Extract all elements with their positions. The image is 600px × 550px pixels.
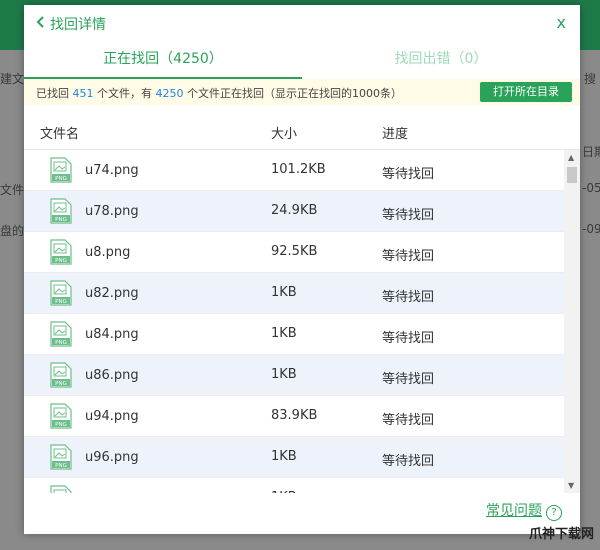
faq-label[interactable]: 常见问题 bbox=[486, 503, 542, 519]
png-file-icon: PNG bbox=[50, 444, 72, 470]
recovery-details-dialog: 找回详情 x 正在找回（4250） 找回出错（0） 已找回 451 个文件，有 … bbox=[24, 5, 580, 534]
column-header-progress: 进度 bbox=[382, 127, 409, 142]
file-name: u82.png bbox=[85, 286, 139, 301]
recovery-status: 等待找回 bbox=[382, 208, 435, 223]
table-row[interactable]: PNG u8.png 92.5KB 等待找回 bbox=[24, 232, 564, 273]
column-header-size[interactable]: 大小 bbox=[271, 123, 297, 142]
file-size: 83.9KB bbox=[271, 408, 318, 423]
file-name: u74.png bbox=[85, 163, 139, 178]
background-left-text: 文件 bbox=[0, 183, 25, 197]
png-file-icon: PNG bbox=[50, 280, 72, 306]
png-file-icon: PNG bbox=[50, 198, 72, 224]
faq-link[interactable]: 常见问题? bbox=[486, 500, 562, 521]
file-type-label: PNG bbox=[55, 381, 67, 387]
file-name: u8.png bbox=[85, 245, 131, 260]
scroll-down-arrow-icon[interactable]: ▼ bbox=[568, 481, 574, 490]
file-size: 1KB bbox=[271, 285, 297, 300]
open-directory-button[interactable]: 打开所在目录 bbox=[480, 82, 572, 102]
file-type-label: PNG bbox=[55, 176, 67, 182]
recovery-status: 等待找回 bbox=[382, 290, 435, 305]
background-right-text: 搜 bbox=[584, 72, 597, 86]
table-row[interactable]: PNG u74.png 101.2KB 等待找回 bbox=[24, 150, 564, 191]
table-row[interactable]: PNG u84.png 1KB 等待找回 bbox=[24, 314, 564, 355]
png-file-icon: PNG bbox=[50, 403, 72, 429]
recovery-status: 等待找回 bbox=[382, 413, 435, 428]
dialog-titlebar: 找回详情 x bbox=[24, 5, 580, 41]
tab-recovering[interactable]: 正在找回（4250） bbox=[24, 41, 302, 80]
close-button[interactable]: x bbox=[557, 13, 566, 32]
file-name: u96.png bbox=[85, 450, 139, 465]
file-name: u78.png bbox=[85, 204, 139, 219]
file-size: 1KB bbox=[271, 326, 297, 341]
table-row[interactable]: PNG u82.png 1KB 等待找回 bbox=[24, 273, 564, 314]
table-header: 文件名 大小 进度 bbox=[24, 113, 580, 150]
tab-errors[interactable]: 找回出错（0） bbox=[302, 41, 580, 77]
recovery-status: 等待找回 bbox=[382, 249, 435, 264]
file-type-label: PNG bbox=[55, 299, 67, 305]
file-type-label: PNG bbox=[55, 422, 67, 428]
scroll-up-arrow-icon[interactable]: ▲ bbox=[568, 153, 574, 162]
recovery-status: 等待找回 bbox=[382, 167, 435, 182]
file-type-label: PNG bbox=[55, 340, 67, 346]
png-file-icon: PNG bbox=[50, 321, 72, 347]
help-circle-icon[interactable]: ? bbox=[546, 505, 562, 521]
table-row[interactable]: PNG u78.png 24.9KB 等待找回 bbox=[24, 191, 564, 232]
file-size: 1KB bbox=[271, 490, 297, 493]
recovery-status: 等待找回 bbox=[382, 454, 435, 469]
file-size: 1KB bbox=[271, 367, 297, 382]
file-name: u94.png bbox=[85, 409, 139, 424]
file-type-label: PNG bbox=[55, 258, 67, 264]
recovery-status: 等待找回 bbox=[382, 331, 435, 346]
tab-bar: 正在找回（4250） 找回出错（0） bbox=[24, 41, 580, 80]
dialog-title: 找回详情 bbox=[50, 17, 106, 33]
file-name: u84.png bbox=[85, 327, 139, 342]
png-file-icon: PNG bbox=[50, 157, 72, 183]
file-type-label: PNG bbox=[55, 463, 67, 469]
file-type-label: PNG bbox=[55, 217, 67, 223]
background-right-text: 日期 bbox=[582, 145, 600, 159]
file-size: 92.5KB bbox=[271, 244, 318, 259]
background-left-text: 盘的 bbox=[0, 224, 25, 238]
background-right-text: -09- bbox=[582, 222, 600, 236]
file-size: 24.9KB bbox=[271, 203, 318, 218]
back-arrow-icon[interactable] bbox=[34, 15, 48, 29]
summary-prefix: 已找回 bbox=[36, 87, 69, 100]
background-left-text: 建文 bbox=[0, 72, 25, 86]
scroll-thumb[interactable] bbox=[567, 167, 577, 183]
table-row[interactable]: PNG 1KB bbox=[24, 478, 564, 493]
recovery-status: 等待找回 bbox=[382, 372, 435, 387]
column-header-name[interactable]: 文件名 bbox=[40, 123, 79, 142]
info-bar: 已找回 451 个文件，有 4250 个文件正在找回（显示正在找回的1000条）… bbox=[24, 79, 580, 105]
file-size: 101.2KB bbox=[271, 162, 326, 177]
found-count: 451 bbox=[72, 87, 94, 100]
png-file-icon: PNG bbox=[50, 362, 72, 388]
table-row[interactable]: PNG u86.png 1KB 等待找回 bbox=[24, 355, 564, 396]
table-row[interactable]: PNG u96.png 1KB 等待找回 bbox=[24, 437, 564, 478]
summary-suffix: 个文件正在找回（显示正在找回的1000条） bbox=[187, 87, 402, 100]
table-row[interactable]: PNG u94.png 83.9KB 等待找回 bbox=[24, 396, 564, 437]
scrollbar[interactable]: ▲ ▼ bbox=[564, 150, 580, 493]
background-right-text: -05- bbox=[582, 181, 600, 195]
png-file-icon: PNG bbox=[50, 485, 72, 493]
watermark: 爪神下载网 bbox=[528, 527, 594, 542]
summary-mid: 个文件，有 bbox=[97, 87, 152, 100]
file-list[interactable]: PNG u74.png 101.2KB 等待找回 PNG u78.png 24.9KB 等待找… bbox=[24, 150, 564, 493]
png-file-icon: PNG bbox=[50, 239, 72, 265]
file-size: 1KB bbox=[271, 449, 297, 464]
file-name: u86.png bbox=[85, 368, 139, 383]
recovery-summary: 已找回 451 个文件，有 4250 个文件正在找回（显示正在找回的1000条） bbox=[36, 85, 402, 101]
pending-count: 4250 bbox=[155, 87, 184, 100]
